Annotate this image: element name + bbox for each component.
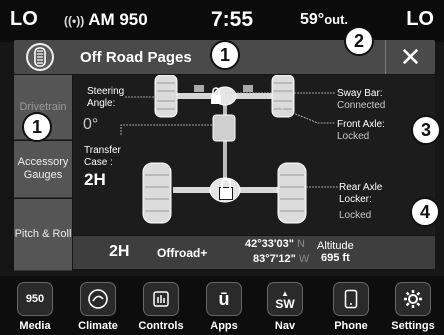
close-icon: ✕: [399, 41, 422, 72]
rear-axle-label: Rear Axle Locker:: [339, 182, 383, 205]
tab-drivetrain-label: Drivetrain: [19, 100, 67, 113]
nav-phone-label: Phone: [334, 320, 368, 332]
front-right-wheel: [271, 75, 295, 118]
info-bar: 2H Offroad+ 42°33'03" N 83°7'12" W Altit…: [73, 236, 435, 269]
passenger-temp[interactable]: LO: [406, 8, 434, 31]
bottom-nav: 950 Media Climate Controls ū Apps ▲ SW Na…: [0, 276, 444, 335]
nav-phone[interactable]: Phone: [322, 282, 380, 335]
tab-accessory-gauges[interactable]: Accessory Gauges: [14, 141, 72, 198]
altitude-label: Altitude: [317, 240, 354, 252]
offroad-mode: Offroad+: [157, 246, 208, 260]
nav-controls-label: Controls: [138, 320, 184, 332]
latitude: 42°33'03" N: [245, 238, 305, 250]
nav-controls[interactable]: Controls: [132, 282, 190, 335]
front-axle-status: Locked: [337, 131, 370, 142]
climate-icon: [80, 282, 116, 316]
phone-icon: [333, 282, 369, 316]
offroad-menu-button[interactable]: [18, 42, 62, 72]
latitude-direction: N: [297, 238, 305, 250]
nav-nav-label: Nav: [274, 320, 296, 332]
longitude-value: 83°7'12": [253, 253, 296, 265]
steering-angle-label: Steering Angle:: [87, 86, 125, 109]
tab-pitch-roll-label: Pitch & Roll: [14, 228, 72, 240]
outside-temp-suffix: out.: [324, 12, 349, 27]
radio-icon: 950: [17, 282, 53, 316]
latitude-value: 42°33'03": [245, 238, 294, 250]
rear-right-wheel: [277, 162, 307, 224]
nav-climate-label: Climate: [78, 320, 118, 332]
drive-mode: 2H: [109, 243, 130, 260]
front-left-wheel: [154, 75, 178, 118]
sway-bar-status: Connected: [337, 100, 386, 111]
callout-1-steering: 1: [210, 40, 240, 70]
steering-angle-value: 0°: [83, 116, 99, 133]
gear-icon: [395, 282, 431, 316]
altitude-value: 695 ft: [321, 252, 350, 264]
front-axle-label: Front Axle:: [337, 119, 385, 130]
apps-icon: ū: [206, 282, 242, 316]
rear-axle-status: Locked: [339, 210, 372, 221]
clock: 7:55: [211, 8, 254, 31]
nav-apps[interactable]: ū Apps: [195, 282, 253, 335]
rear-left-wheel: [142, 162, 172, 224]
longitude-direction: W: [298, 253, 310, 265]
radio-status[interactable]: ((•)) AM 950: [64, 10, 148, 30]
tire-icon: [26, 43, 54, 71]
tab-accessory-gauges-label: Accessory Gauges: [17, 156, 69, 181]
radio-icon-text: 950: [25, 293, 45, 305]
compass-icon: ▲ SW: [267, 282, 303, 316]
callout-4-rear-axle: 4: [410, 197, 440, 227]
sway-bar-label: Sway Bar:: [337, 88, 383, 99]
nav-media-label: Media: [19, 320, 51, 332]
tab-pitch-roll[interactable]: Pitch & Roll: [14, 199, 72, 271]
status-bar: LO ((•)) AM 950 7:55 59°out. LO: [0, 0, 444, 42]
nav-settings[interactable]: Settings: [384, 282, 442, 335]
nav-media[interactable]: 950 Media: [6, 282, 64, 335]
nav-apps-label: Apps: [210, 320, 238, 332]
nav-settings-label: Settings: [391, 320, 435, 332]
antenna-icon: ((•)): [64, 14, 85, 28]
nav-nav[interactable]: ▲ SW Nav: [256, 282, 314, 335]
outside-temp: 59°out.: [300, 11, 348, 29]
controls-icon: [143, 282, 179, 316]
transfer-case-value: 2H: [84, 170, 106, 189]
driver-temp[interactable]: LO: [10, 8, 38, 31]
page-title: Off Road Pages: [80, 49, 192, 66]
radio-station: AM 950: [88, 10, 148, 29]
transfer-case-label: Transfer Case :: [84, 145, 121, 168]
close-button[interactable]: ✕: [385, 40, 435, 74]
callout-3-front-axle: 3: [411, 115, 441, 145]
callout-2-sway-bar: 2: [344, 26, 374, 56]
compass-heading: SW: [275, 297, 295, 311]
callout-1-steering-value: 1: [22, 112, 52, 142]
uconnect-screen: LO ((•)) AM 950 7:55 59°out. LO Off Road …: [0, 0, 444, 335]
nav-climate[interactable]: Climate: [69, 282, 127, 335]
front-axle: [173, 85, 273, 106]
longitude: 83°7'12" W: [253, 253, 309, 265]
outside-temp-value: 59°: [300, 11, 325, 28]
